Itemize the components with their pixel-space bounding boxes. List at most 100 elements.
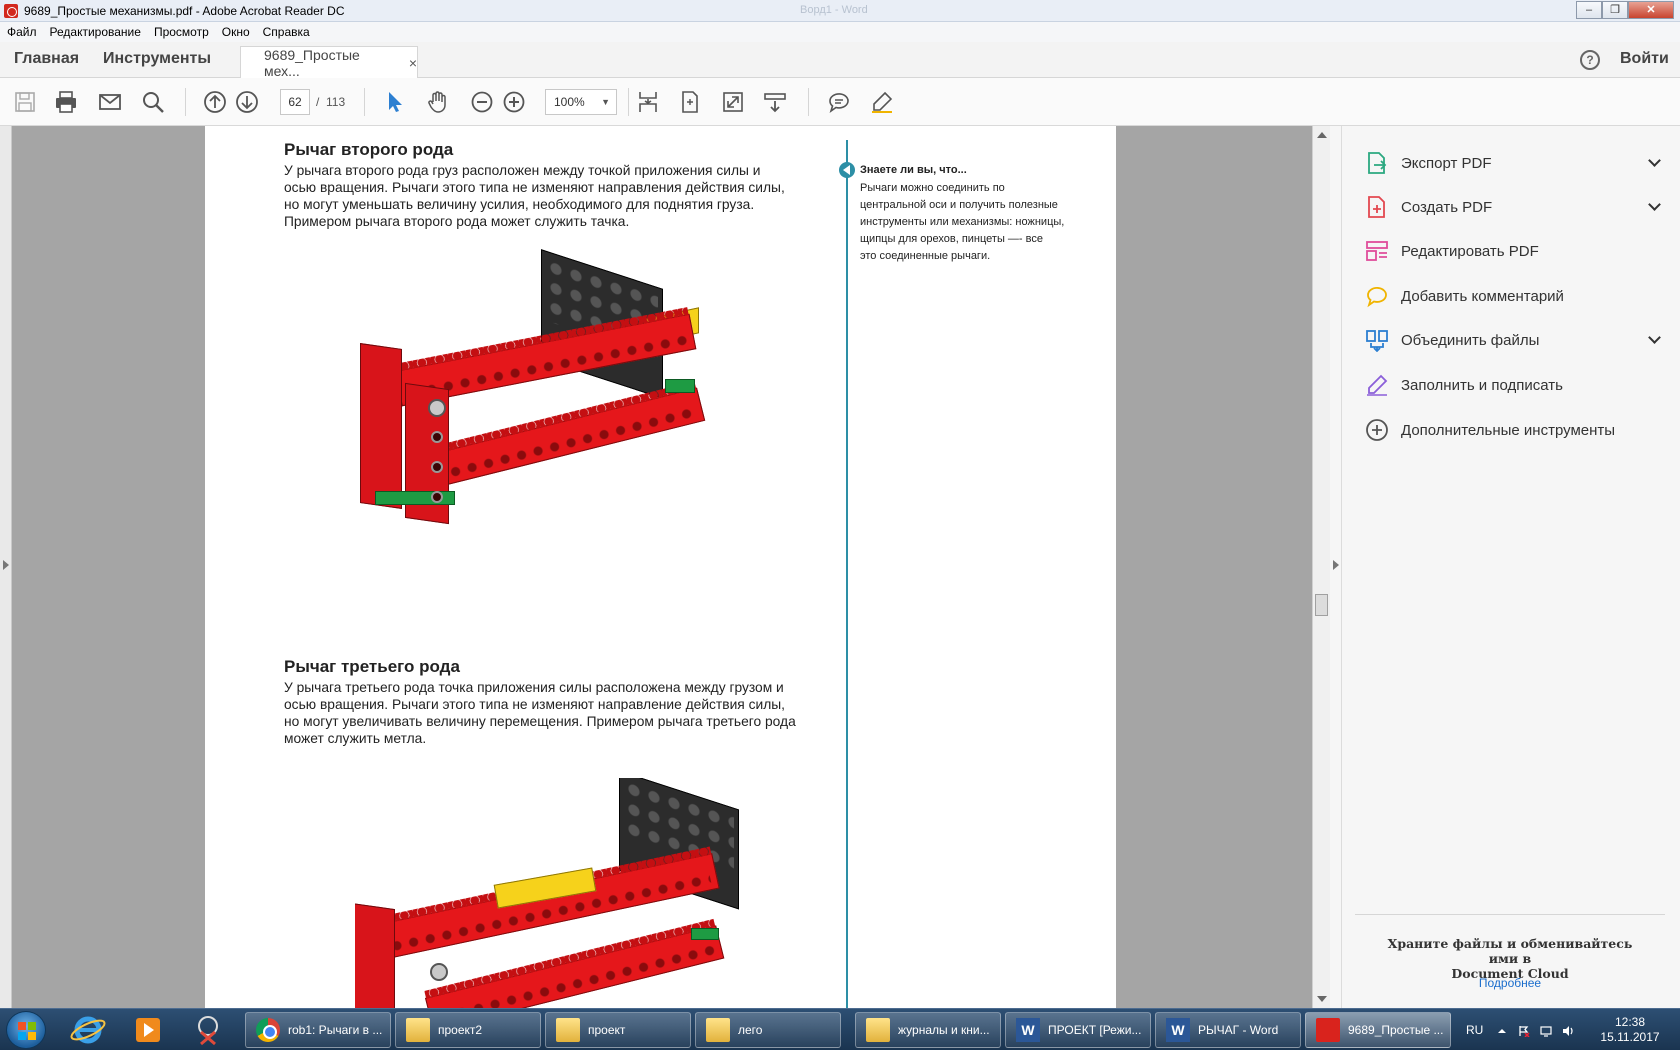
print-icon[interactable] xyxy=(54,90,78,114)
tool-export-pdf[interactable]: Экспорт PDF xyxy=(1365,150,1665,176)
taskbar-item-chrome[interactable]: rob1: Рычаги в ... xyxy=(245,1012,391,1048)
menu-edit[interactable]: Редактирование xyxy=(50,25,141,39)
lego-green-base xyxy=(375,491,455,505)
clock[interactable]: 12:38 15.11.2017 xyxy=(1592,1015,1668,1045)
tool-label: Объединить файлы xyxy=(1401,331,1540,349)
taskbar-item-folder-journals[interactable]: журналы и кни... xyxy=(855,1012,1001,1048)
folder-icon xyxy=(406,1018,430,1042)
search-icon[interactable] xyxy=(141,90,165,114)
scroll-mode-icon[interactable] xyxy=(763,90,787,114)
highlight-pen-icon[interactable] xyxy=(870,90,894,114)
more-tools-icon xyxy=(1365,418,1389,442)
document-view[interactable]: Рычаг второго рода У рычага второго рода… xyxy=(0,126,1312,1008)
full-screen-icon[interactable] xyxy=(721,90,745,114)
learn-more-link[interactable]: Подробнее xyxy=(1380,976,1640,990)
text-line: У рычага третьего рода точка приложения … xyxy=(284,680,784,695)
select-cursor-icon[interactable] xyxy=(383,90,407,114)
volume-icon[interactable] xyxy=(1562,1024,1574,1036)
page-separator: / xyxy=(316,95,320,109)
internet-explorer-icon[interactable] xyxy=(64,1012,112,1048)
toolbar-divider xyxy=(628,88,629,116)
signin-button[interactable]: Войти xyxy=(1620,50,1669,68)
tool-more-tools[interactable]: Дополнительные инструменты xyxy=(1365,417,1665,443)
scroll-up-icon[interactable] xyxy=(1317,132,1327,138)
lego-green-plate xyxy=(691,928,719,940)
taskbar-item-label: проект xyxy=(588,1023,626,1037)
action-center-icon[interactable] xyxy=(1518,1024,1530,1038)
lego-green-plate xyxy=(665,379,695,393)
save-icon[interactable] xyxy=(13,90,37,114)
lego-axle xyxy=(428,399,446,417)
lego-axle xyxy=(430,963,448,981)
page-number-input[interactable]: 62 xyxy=(280,89,310,115)
scroll-thumb[interactable] xyxy=(1315,594,1328,616)
close-tab-icon[interactable]: × xyxy=(409,55,417,71)
taskbar-item-folder-project[interactable]: проект xyxy=(545,1012,691,1048)
create-pdf-icon xyxy=(1365,195,1389,219)
tray-expand-icon[interactable] xyxy=(1496,1024,1508,1036)
menu-file[interactable]: Файл xyxy=(7,25,37,39)
navigation-pane-toggle[interactable] xyxy=(0,126,12,1008)
tool-label: Заполнить и подписать xyxy=(1401,376,1563,394)
chevron-down-icon[interactable] xyxy=(1648,198,1661,211)
tab-tools[interactable]: Инструменты xyxy=(103,50,211,68)
taskbar-item-label: лего xyxy=(738,1023,763,1037)
text-line: осью вращения. Рычаги этого типа не изме… xyxy=(284,180,785,195)
menu-help[interactable]: Справка xyxy=(263,25,310,39)
tools-pane-toggle[interactable] xyxy=(1330,126,1342,1008)
title-bar: 9689_Простые механизмы.pdf - Adobe Acrob… xyxy=(0,0,1680,22)
tab-document[interactable]: 9689_Простые мех... × xyxy=(240,46,418,79)
chevron-down-icon[interactable] xyxy=(1648,331,1661,344)
tool-edit-pdf[interactable]: Редактировать PDF xyxy=(1365,238,1665,264)
start-button[interactable] xyxy=(6,1011,46,1049)
section-heading-third-class-lever: Рычаг третьего рода xyxy=(284,657,460,676)
text-line: Примером рычага второго рода может служи… xyxy=(284,214,630,229)
taskbar-item-acrobat[interactable]: 9689_Простые ... xyxy=(1305,1012,1451,1048)
minimize-button[interactable]: – xyxy=(1576,1,1602,19)
hand-tool-icon[interactable] xyxy=(426,90,450,114)
tool-fill-sign[interactable]: Заполнить и подписать xyxy=(1365,372,1665,398)
tool-create-pdf[interactable]: Создать PDF xyxy=(1365,194,1665,220)
page-display-icon[interactable] xyxy=(636,90,660,114)
zoom-in-icon[interactable] xyxy=(502,90,526,114)
tool-label: Редактировать PDF xyxy=(1401,242,1539,260)
comment-icon[interactable] xyxy=(827,90,851,114)
language-indicator[interactable]: RU xyxy=(1466,1023,1483,1037)
email-icon[interactable] xyxy=(98,90,122,114)
restore-button[interactable]: ❐ xyxy=(1602,1,1628,19)
chevron-down-icon: ▼ xyxy=(601,97,610,107)
taskbar-item-folder-project2[interactable]: проект2 xyxy=(395,1012,541,1048)
tip-line: Рычаги можно соединить по xyxy=(860,182,1005,194)
tip-line: щипцы для орехов, пинцеты —- все xyxy=(860,233,1043,245)
folder-icon xyxy=(866,1018,890,1042)
pdf-icon xyxy=(1316,1018,1340,1042)
close-window-button[interactable]: ✕ xyxy=(1628,1,1674,19)
tip-line: центральной оси и получить полезные xyxy=(860,199,1058,211)
chevron-down-icon[interactable] xyxy=(1648,154,1661,167)
folder-icon xyxy=(706,1018,730,1042)
tool-combine-files[interactable]: Объединить файлы xyxy=(1365,327,1665,353)
lego-beam-bottom xyxy=(435,387,706,486)
taskbar-item-word-lever[interactable]: W РЫЧАГ - Word xyxy=(1155,1012,1301,1048)
next-page-icon[interactable] xyxy=(235,90,259,114)
taskbar-item-word-project[interactable]: W ПРОЕКТ [Режи... xyxy=(1005,1012,1151,1048)
taskbar-item-label: РЫЧАГ - Word xyxy=(1198,1023,1279,1037)
lego-red-upright-left xyxy=(360,343,402,509)
zoom-level-select[interactable]: 100% ▼ xyxy=(545,89,617,115)
network-icon[interactable] xyxy=(1540,1024,1552,1037)
media-player-icon[interactable] xyxy=(124,1012,172,1048)
clock-time: 12:38 xyxy=(1614,1015,1646,1029)
document-scrollbar[interactable] xyxy=(1312,126,1330,1008)
tab-home[interactable]: Главная xyxy=(14,50,79,68)
menu-window[interactable]: Окно xyxy=(222,25,250,39)
taskbar-item-folder-lego[interactable]: лего xyxy=(695,1012,841,1048)
zoom-out-icon[interactable] xyxy=(470,90,494,114)
snipping-tool-icon[interactable] xyxy=(184,1012,232,1048)
scroll-down-icon[interactable] xyxy=(1317,996,1327,1002)
tool-add-comment[interactable]: Добавить комментарий xyxy=(1365,283,1665,309)
fit-page-icon[interactable] xyxy=(678,90,702,114)
lego-peg xyxy=(431,431,443,443)
help-icon[interactable]: ? xyxy=(1580,50,1600,70)
menu-view[interactable]: Просмотр xyxy=(154,25,209,39)
previous-page-icon[interactable] xyxy=(203,90,227,114)
